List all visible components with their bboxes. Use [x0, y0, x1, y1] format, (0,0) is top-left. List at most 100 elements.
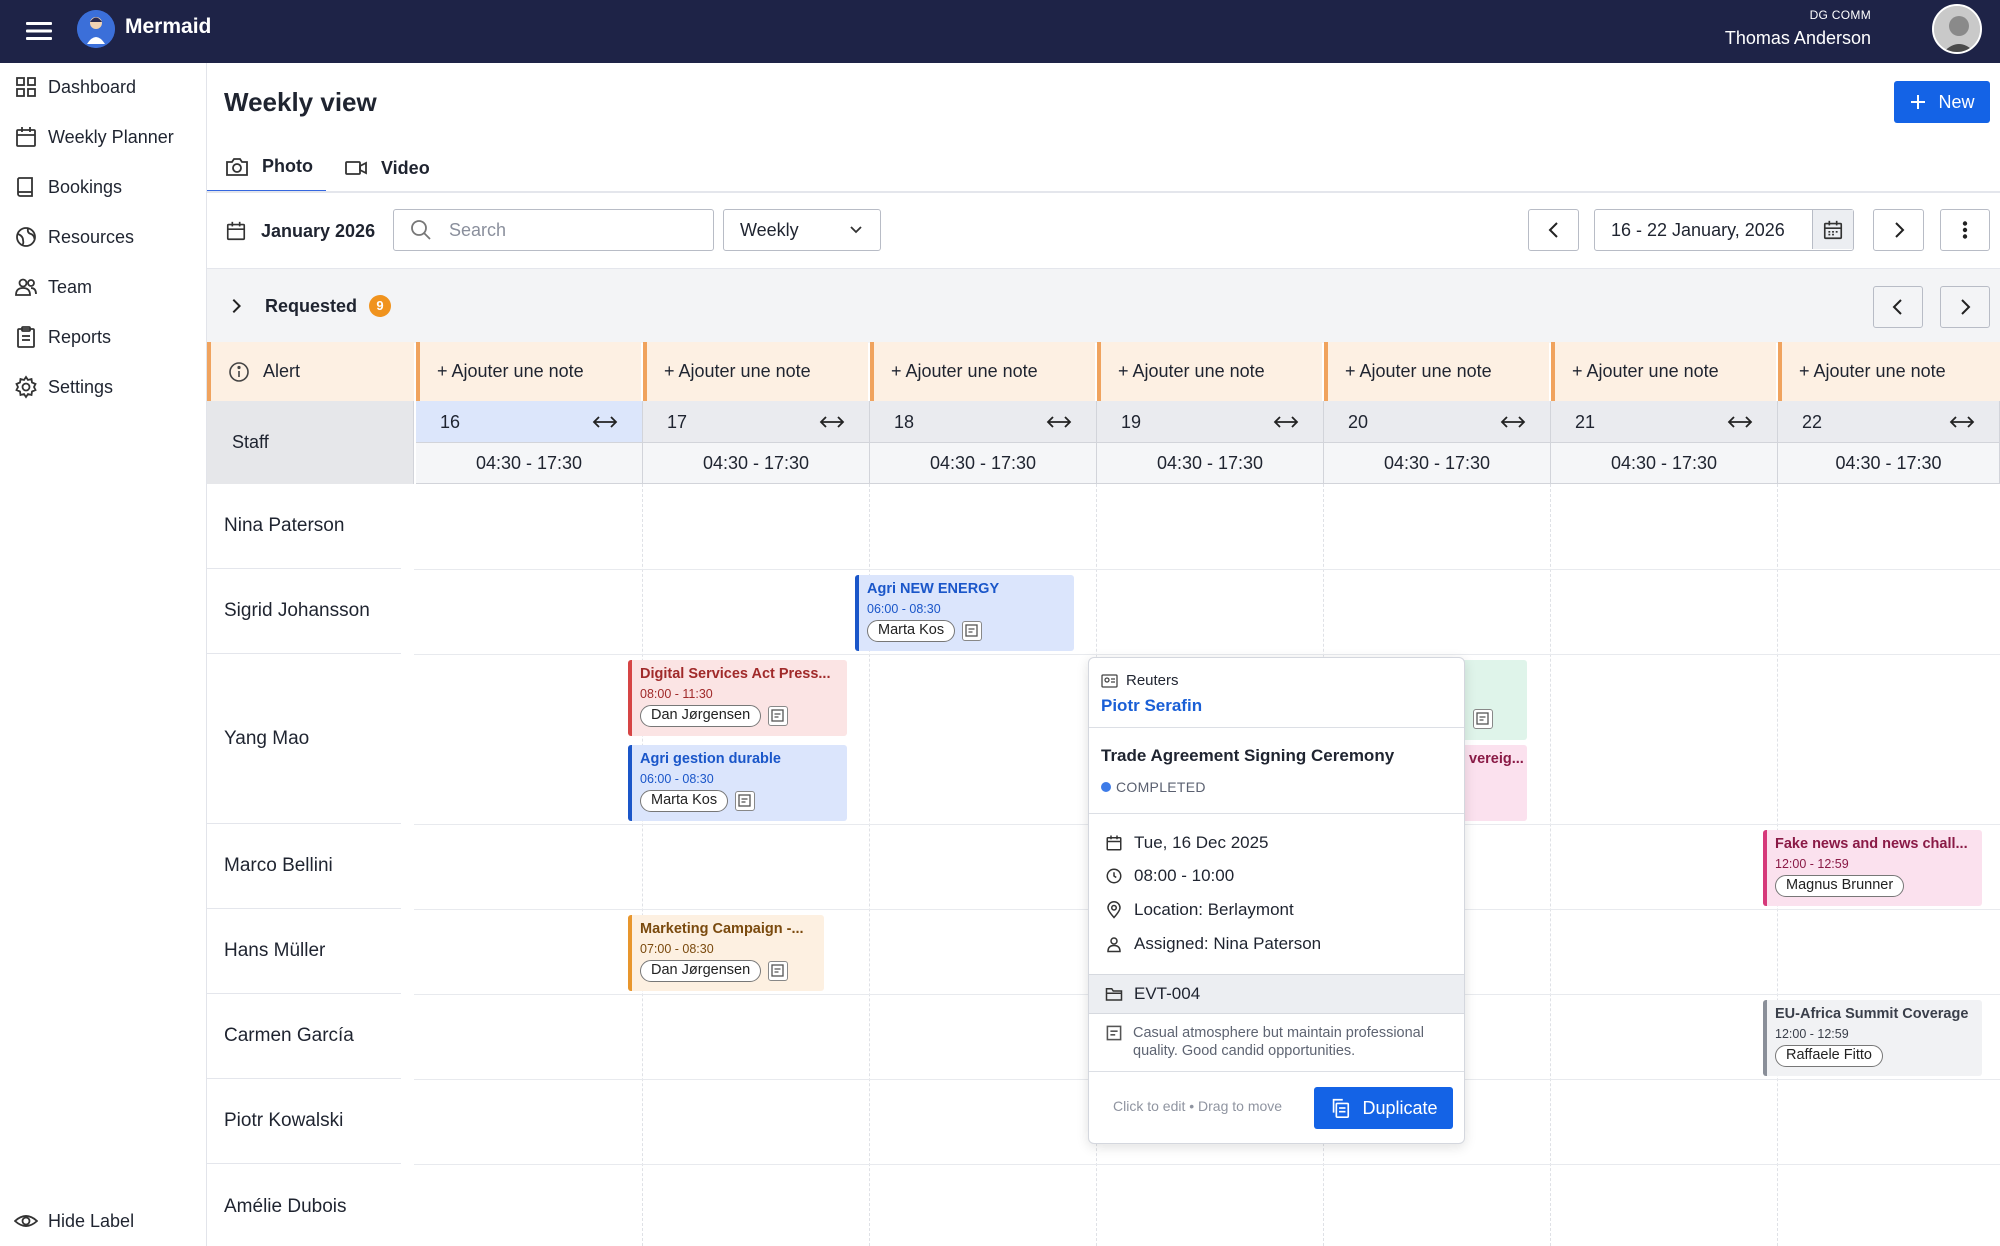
add-note-button[interactable]: + Ajouter une note [1324, 342, 1549, 401]
event-ref: EVT-004 [1134, 984, 1201, 1003]
edit-hint: Click to edit • Drag to move [1113, 1098, 1283, 1114]
copy-icon [1329, 1097, 1351, 1119]
agency-text: Reuters [1126, 672, 1179, 689]
user-icon [1105, 935, 1123, 953]
more-vertical-icon [1955, 220, 1975, 240]
add-note-button[interactable]: + Ajouter une note [870, 342, 1095, 401]
alert-cell[interactable]: Alert [207, 342, 414, 401]
expand-horizontal-icon[interactable] [1273, 411, 1299, 433]
day-hours: 04:30 - 17:30 [1778, 443, 2000, 484]
grid-icon [14, 75, 38, 99]
assignee-pill[interactable]: Raffaele Fitto [1775, 1045, 1883, 1067]
add-note-button[interactable]: + Ajouter une note [643, 342, 868, 401]
chevron-right-icon [1889, 220, 1909, 240]
event-card[interactable]: Agri NEW ENERGY 06:00 - 08:30 Marta Kos [855, 575, 1074, 651]
add-note-button[interactable]: + Ajouter une note [1097, 342, 1322, 401]
event-title: Agri gestion durable [640, 751, 781, 767]
photographer-name[interactable]: Piotr Serafin [1101, 696, 1202, 716]
staff-name: Sigrid Johansson [207, 569, 401, 654]
event-time: 07:00 - 08:30 [640, 942, 714, 956]
status-dot [1101, 782, 1111, 792]
expand-horizontal-icon[interactable] [1046, 411, 1072, 433]
hamburger-icon[interactable] [22, 16, 56, 46]
requested-next-button[interactable] [1940, 286, 1990, 328]
day-header: 16 [416, 401, 643, 443]
requested-toggle[interactable]: Requested 9 [227, 295, 392, 317]
sidebar-item-weekly-planner[interactable]: Weekly Planner [14, 120, 174, 154]
book-icon [14, 175, 38, 199]
assignee-pill[interactable]: Marta Kos [867, 620, 956, 642]
event-card[interactable]: EU-Africa Summit Coverage 12:00 - 12:59 … [1763, 1000, 1982, 1076]
sidebar-item-reports[interactable]: Reports [14, 320, 111, 354]
tab-photo[interactable]: Photo [207, 143, 326, 193]
view-select[interactable]: Weekly [723, 209, 881, 251]
note-icon[interactable] [768, 706, 789, 726]
clipboard-icon [14, 325, 38, 349]
note-icon[interactable] [735, 791, 756, 811]
tab-video[interactable]: Video [326, 143, 448, 193]
requested-label: Requested [265, 295, 358, 316]
staff-name: Marco Bellini [207, 824, 401, 909]
chevron-left-icon [1888, 297, 1908, 317]
event-detail-popup[interactable]: Reuters Piotr Serafin Trade Agreement Si… [1088, 657, 1465, 1144]
next-week-button[interactable] [1873, 209, 1924, 251]
divider [1089, 727, 1464, 728]
add-note-button[interactable]: + Ajouter une note [416, 342, 641, 401]
expand-horizontal-icon[interactable] [819, 411, 845, 433]
event-time: 08:00 - 10:00 [1134, 866, 1235, 885]
sidebar: Dashboard Weekly Planner Bookings Resour… [0, 63, 207, 1246]
expand-horizontal-icon[interactable] [592, 411, 618, 433]
prev-week-button[interactable] [1528, 209, 1579, 251]
sidebar-item-settings[interactable]: Settings [14, 370, 113, 404]
chevron-right-icon [227, 297, 245, 315]
avatar[interactable] [1932, 4, 1982, 54]
date-range-input[interactable]: 16 - 22 January, 2026 [1594, 209, 1854, 251]
user-name[interactable]: Thomas Anderson [1725, 28, 1871, 49]
assignee-pill[interactable]: Magnus Brunner [1775, 875, 1905, 897]
sidebar-item-label: Settings [48, 376, 114, 397]
duplicate-button[interactable]: Duplicate [1314, 1087, 1453, 1129]
status-badge: COMPLETED [1101, 779, 1206, 795]
staff-column-header: Staff [207, 401, 414, 484]
event-card[interactable]: Fake news and news chall... 12:00 - 12:5… [1763, 830, 1982, 906]
sidebar-item-team[interactable]: Team [14, 270, 92, 304]
expand-horizontal-icon[interactable] [1500, 411, 1526, 433]
add-note-button[interactable]: + Ajouter une note [1551, 342, 1776, 401]
event-card[interactable]: Marketing Campaign -... 07:00 - 08:30 Da… [628, 915, 824, 991]
calendar-picker-button[interactable] [1812, 210, 1853, 249]
note-icon[interactable] [1473, 709, 1493, 729]
note-icon[interactable] [768, 961, 789, 981]
plus-icon [1909, 93, 1927, 111]
new-button-label: New [1938, 91, 1975, 112]
staff-name: Carmen García [207, 994, 401, 1079]
day-number: 21 [1575, 412, 1596, 432]
expand-horizontal-icon[interactable] [1727, 411, 1753, 433]
note-icon[interactable] [962, 621, 983, 641]
event-card[interactable]: Agri gestion durable 06:00 - 08:30 Marta… [628, 745, 847, 821]
requested-prev-button[interactable] [1873, 286, 1923, 328]
top-bar: Mermaid DG COMM Thomas Anderson [0, 0, 2000, 63]
sidebar-item-resources[interactable]: Resources [14, 220, 134, 254]
row-divider [414, 1164, 2000, 1165]
sidebar-item-dashboard[interactable]: Dashboard [14, 70, 136, 104]
brand-name: Mermaid [125, 15, 212, 38]
sidebar-item-label: Bookings [48, 176, 123, 197]
video-icon [344, 156, 368, 180]
event-card[interactable]: Digital Services Act Press... 08:00 - 11… [628, 660, 847, 736]
assignee-pill[interactable]: Dan Jørgensen [640, 960, 762, 982]
camera-icon [225, 155, 249, 179]
hide-label-toggle[interactable]: Hide Label [14, 1209, 134, 1233]
add-note-button[interactable]: + Ajouter une note [1778, 342, 2000, 401]
divider [1089, 813, 1464, 814]
assignee-pill[interactable]: Dan Jørgensen [640, 705, 762, 727]
event-reference-row: EVT-004 [1105, 984, 1200, 1004]
event-title: vereig... [1469, 751, 1524, 767]
sidebar-item-bookings[interactable]: Bookings [14, 170, 122, 204]
expand-horizontal-icon[interactable] [1949, 411, 1975, 433]
new-button[interactable]: New [1894, 81, 1990, 123]
assignee-pill[interactable]: Marta Kos [640, 790, 729, 812]
staff-name: Nina Paterson [207, 484, 401, 569]
search-input[interactable]: Search [393, 209, 714, 251]
folder-icon [1105, 985, 1123, 1003]
more-options-button[interactable] [1940, 209, 1990, 251]
